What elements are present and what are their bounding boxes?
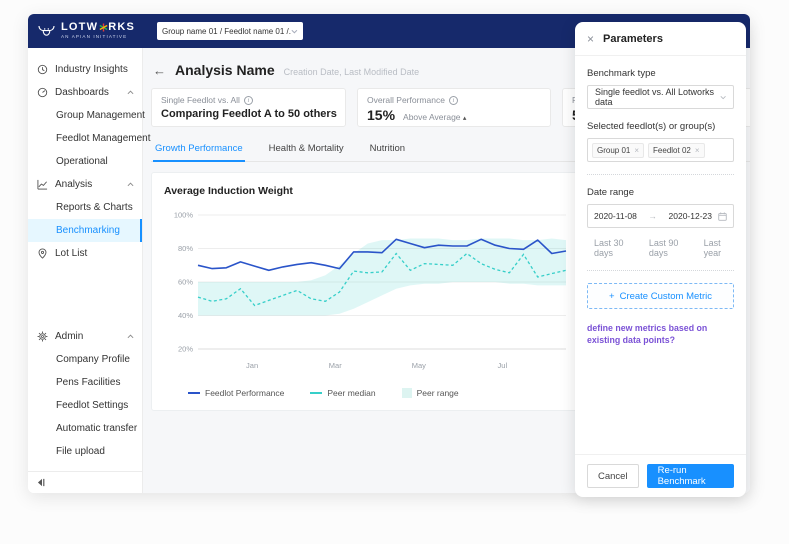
gear-icon [37,331,48,342]
info-icon[interactable]: i [243,95,253,105]
svg-text:Jan: Jan [246,361,258,370]
divider [587,270,734,271]
page-subtitle: Creation Date, Last Modified Date [283,67,420,77]
divider [587,174,734,175]
chevron-up-icon [127,90,134,95]
sidebar-item-feedlot-management[interactable]: Feedlot Management [28,127,151,150]
svg-text:60%: 60% [178,278,193,287]
svg-text:Mar: Mar [329,361,342,370]
create-custom-metric-button[interactable]: + Create Custom Metric [587,283,734,309]
sidebar: Industry Insights Dashboards Group Manag… [28,48,151,493]
panel-title: Parameters [603,32,663,45]
date-range-label: Date range [587,187,635,198]
peer-median-swatch [310,392,323,394]
svg-text:40%: 40% [178,311,193,320]
info-icon[interactable]: i [448,95,458,105]
chip-feedlot-02[interactable]: Feedlot 02 × [648,142,705,158]
lotworks-logo: LOTW RKS AN APIAN INITIATIVE [28,22,145,40]
sidebar-item-reports-charts[interactable]: Reports & Charts [28,196,142,219]
quick-range-30-days[interactable]: Last 30 days [594,238,636,258]
chart-card: Average Induction Weight 100% 80% 60% 40% 20… [151,172,584,411]
svg-text:20%: 20% [178,345,193,354]
quick-range-last-year[interactable]: Last year [704,238,734,258]
selected-feedlots-label: Selected feedlot(s) or group(s) [587,121,716,132]
context-selector[interactable]: Group name 01 / Feedlot name 01 /... [157,22,304,40]
induction-weight-chart: 100% 80% 60% 40% 20% Jan Mar May Jul [174,211,567,370]
svg-text:100%: 100% [174,211,194,220]
date-arrow-icon: → [648,211,657,221]
sidebar-item-group-management[interactable]: Group Management [28,104,145,127]
date-range-input[interactable]: 2020-11-08 → 2020-12-23 [587,204,734,228]
sidebar-item-industry-insights[interactable]: Industry Insights [28,58,142,81]
line-chart-icon [37,179,48,190]
quick-range-90-days[interactable]: Last 90 days [649,238,691,258]
sidebar-item-analysis[interactable]: Analysis [28,173,142,196]
sidebar-item-dashboards[interactable]: Dashboards [28,81,142,104]
remove-chip-icon[interactable]: × [634,146,639,155]
sidebar-item-pens-facilities[interactable]: Pens Facilities [28,371,142,394]
page-title: Analysis Name [175,62,275,78]
cattle-icon [38,25,55,36]
chart-title: Average Induction Weight [164,185,293,197]
svg-text:May: May [412,361,426,370]
svg-text:Jul: Jul [498,361,508,370]
chart-legend: Feedlot Performance Peer median Peer ran… [188,388,573,398]
feedlot-chip-input[interactable]: Group 01 × Feedlot 02 × [587,138,734,162]
screenshot-stage: LOTW RKS AN APIAN INITIATIVE Group name … [0,0,789,544]
history-icon [37,64,48,75]
comparison-value: Comparing Feedlot A to 50 others [161,108,337,120]
peer-range-swatch [401,388,412,398]
performance-percent: 15% [367,107,396,123]
rerun-benchmark-button[interactable]: Re-run Benchmark [646,464,734,488]
dashboard-icon [37,87,48,98]
collapse-sidebar-icon[interactable] [37,478,47,487]
chevron-up-icon [127,182,134,187]
date-start[interactable]: 2020-11-08 [594,211,637,221]
sidebar-item-feedlot-settings[interactable]: Feedlot Settings [28,394,142,417]
chevron-down-icon [291,29,298,33]
tab-nutrition[interactable]: Nutrition [368,139,407,161]
logo-subtitle: AN APIAN INITIATIVE [61,34,128,40]
sidebar-item-automatic-transfer[interactable]: Automatic transfer [28,417,142,440]
back-arrow-icon[interactable]: ← [153,63,166,78]
summary-card-overall-performance: Overall Performance i 15% Above Average ▴ [357,88,551,127]
sidebar-item-benchmarking[interactable]: Benchmarking [28,219,142,242]
chevron-down-icon [720,95,726,99]
close-icon[interactable]: × [587,32,594,46]
sidebar-item-lot-list[interactable]: Lot List [28,242,142,265]
svg-text:80%: 80% [178,244,193,253]
define-metrics-link[interactable]: define new metrics based on existing dat… [587,323,734,347]
sidebar-item-company-profile[interactable]: Company Profile [28,348,142,371]
benchmark-type-select[interactable]: Single feedlot vs. All Lotworks data [587,85,734,109]
logo-title: LOTW RKS [61,21,136,34]
tab-growth-performance[interactable]: Growth Performance [153,139,245,162]
benchmark-type-label: Benchmark type [587,68,656,79]
plus-icon: + [609,290,615,302]
remove-chip-icon[interactable]: × [695,146,700,155]
summary-card-comparison: Single Feedlot vs. All i Comparing Feedlo… [151,88,346,127]
tab-health-mortality[interactable]: Health & Mortality [267,139,346,161]
calendar-icon[interactable] [718,211,727,221]
performance-note: Above Average ▴ [403,112,467,122]
chip-group-01[interactable]: Group 01 × [592,142,645,158]
sidebar-item-operational[interactable]: Operational [28,150,142,173]
feedlot-performance-swatch [188,392,200,394]
sidebar-item-file-upload[interactable]: File upload [28,440,142,463]
chevron-up-icon [127,334,134,339]
logo-star-icon [99,23,108,32]
cancel-button[interactable]: Cancel [587,464,639,488]
sidebar-item-admin[interactable]: Admin [28,325,142,348]
location-pin-icon [38,248,47,259]
context-selector-value: Group name 01 / Feedlot name 01 /... [162,26,292,36]
parameters-panel: × Parameters Benchmark type Single feedl… [575,22,746,497]
date-end[interactable]: 2020-12-23 [669,211,712,221]
trend-up-icon: ▴ [462,115,467,122]
